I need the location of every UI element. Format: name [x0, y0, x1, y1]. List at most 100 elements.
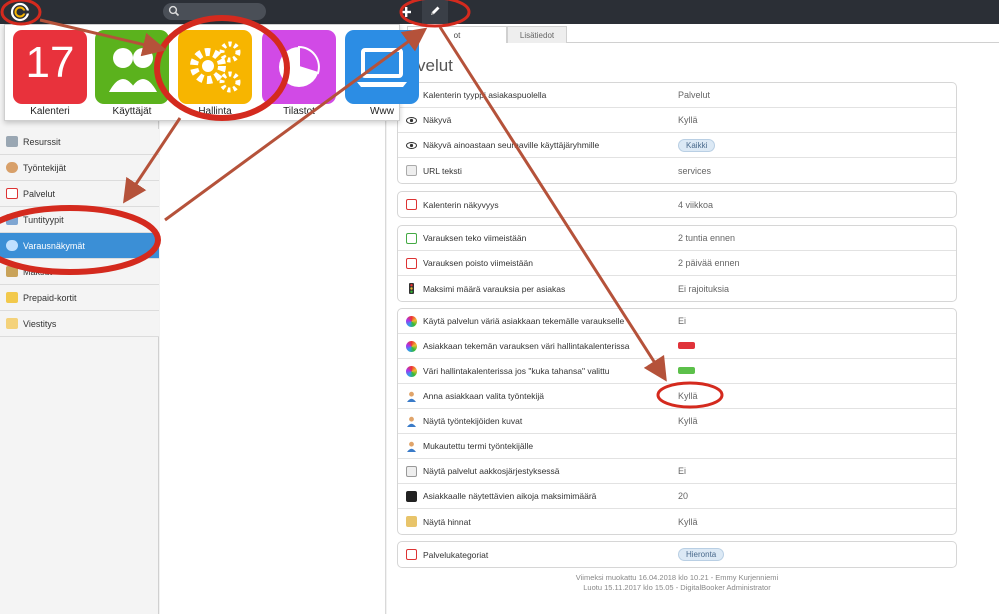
setting-value [678, 341, 695, 351]
calendar-icon: 17 [13, 30, 87, 104]
edit-button[interactable] [422, 0, 448, 24]
sidebar-item-maksut[interactable]: Maksut [0, 259, 159, 285]
sidebar-item-viestitys[interactable]: Viestitys [0, 311, 159, 337]
search-input[interactable] [163, 3, 266, 20]
setting-value: Hieronta [678, 548, 725, 561]
app-label: Hallinta [198, 106, 232, 117]
color-wheel-icon [406, 316, 417, 327]
calendar-icon [406, 199, 417, 210]
setting-row[interactable]: Käytä palvelun väriä asiakkaan tekemälle… [398, 309, 956, 334]
employees-icon [6, 162, 18, 173]
setting-value: Kyllä [678, 416, 698, 426]
setting-value: 4 viikkoa [678, 199, 714, 210]
setting-row[interactable]: Maksimi määrä varauksia per asiakas Ei r… [398, 276, 956, 301]
sidebar-item-palvelut[interactable]: Palvelut [0, 181, 159, 207]
tab-bar: ot Lisätiedot [387, 26, 999, 43]
setting-label: Mukautettu termi työntekijälle [423, 441, 534, 451]
app-label: Tilastot [283, 106, 315, 117]
setting-label: Varauksen poisto viimeistään [423, 258, 533, 268]
pie-chart-icon [262, 30, 336, 104]
setting-value: Ei [678, 316, 687, 326]
setting-row[interactable]: Väri hallintakalenterissa jos "kuka taha… [398, 359, 956, 384]
sidebar-item-label: Resurssit [23, 136, 61, 147]
setting-row[interactable]: Kalenterin näkyvyys 4 viikkoa [398, 192, 956, 217]
color-swatch-green[interactable] [678, 367, 695, 374]
settings-card-categories: Palvelukategoriat Hieronta [397, 541, 957, 568]
app-hallinta[interactable]: Hallinta [178, 30, 252, 118]
app-label: Kalenteri [30, 106, 70, 117]
setting-label: Kalenterin näkyvyys [423, 199, 499, 210]
person-icon [406, 391, 417, 402]
setting-value: 2 päivää ennen [678, 258, 740, 268]
sidebar-item-tuntityypit[interactable]: Tuntityypit [0, 207, 159, 233]
setting-row[interactable]: Näytä palvelut aakkosjärjestyksessä Ei [398, 459, 956, 484]
hour-types-icon [6, 214, 18, 225]
settings-card-limits: Varauksen teko viimeistään 2 tuntia enne… [397, 225, 957, 302]
setting-row[interactable]: Näytä hinnat Kyllä [398, 509, 956, 534]
color-swatch-red[interactable] [678, 342, 695, 349]
sidebar-item-label: Varausnäkymät [23, 240, 85, 251]
calendar-remove-icon [406, 258, 417, 269]
setting-value [678, 366, 695, 376]
setting-row[interactable]: URL teksti services [398, 158, 956, 183]
setting-value: Ei rajoituksia [678, 283, 730, 294]
add-button[interactable] [395, 0, 417, 24]
setting-value: Kyllä [678, 516, 698, 527]
setting-row[interactable]: Mukautettu termi työntekijälle [398, 434, 956, 459]
setting-row[interactable]: Näkyvä Kyllä [398, 108, 956, 133]
person-icon [406, 416, 417, 427]
setting-row[interactable]: Asiakkaalle näytettävien aikoja maksimim… [398, 484, 956, 509]
app-tilastot[interactable]: Tilastot [262, 30, 336, 118]
booking-views-icon [6, 240, 18, 251]
setting-row[interactable]: Anna asiakkaan valita työntekijä Kyllä [398, 384, 956, 409]
setting-row[interactable]: Näkyvä ainoastaan seuraaville käyttäjäry… [398, 133, 956, 158]
top-bar [0, 0, 999, 24]
app-logo-icon[interactable] [10, 2, 30, 22]
messaging-icon [6, 318, 18, 329]
category-badge: Hieronta [678, 548, 725, 561]
setting-label: Näytä palvelut aakkosjärjestyksessä [423, 466, 560, 476]
setting-row[interactable]: Varauksen teko viimeistään 2 tuntia enne… [398, 226, 956, 251]
setting-label: Näytä työntekijöiden kuvat [423, 416, 523, 426]
setting-row[interactable]: Varauksen poisto viimeistään 2 päivää en… [398, 251, 956, 276]
settings-card-visibility: Kalenterin näkyvyys 4 viikkoa [397, 191, 957, 218]
setting-value: services [678, 165, 712, 176]
gears-icon [178, 30, 252, 104]
setting-label: Näkyvä ainoastaan seuraaville käyttäjäry… [423, 140, 600, 150]
sidebar-item-tyontekijat[interactable]: Työntekijät [0, 155, 159, 181]
setting-label: Kalenterin tyyppi asiakaspuolella [423, 90, 547, 100]
tab-lisatiedot[interactable]: Lisätiedot [507, 26, 567, 43]
counter-icon [406, 491, 417, 502]
tab-label: ot [453, 30, 461, 40]
sidebar-item-varausnakymat[interactable]: Varausnäkymät [0, 233, 159, 259]
app-kayttajat[interactable]: Käyttäjät [95, 30, 169, 118]
group-badge: Kaikki [678, 138, 716, 152]
setting-row[interactable]: Kalenterin tyyppi asiakaspuolella Palvel… [398, 83, 956, 108]
setting-row[interactable]: Näytä työntekijöiden kuvat Kyllä [398, 409, 956, 434]
calendar-icon [406, 549, 417, 560]
app-www[interactable]: Www [345, 30, 419, 118]
laptop-icon [345, 30, 419, 104]
sidebar-item-resurssit[interactable]: Resurssit [0, 129, 159, 155]
app-label: Käyttäjät [112, 106, 152, 117]
setting-label: Varauksen teko viimeistään [423, 233, 527, 243]
setting-label: Asiakkaan tekemän varauksen väri hallint… [423, 341, 630, 351]
setting-label: Maksimi määrä varauksia per asiakas [423, 283, 566, 294]
footer-modified: Viimeksi muokattu 16.04.2018 klo 10.21 -… [575, 573, 779, 582]
setting-label: URL teksti [423, 165, 462, 176]
sidebar-item-label: Tuntityypit [23, 214, 64, 225]
setting-row[interactable]: Asiakkaan tekemän varauksen väri hallint… [398, 334, 956, 359]
app-kalenteri[interactable]: 17 Kalenteri [13, 30, 87, 118]
sidebar-item-label: Työntekijät [23, 162, 67, 173]
traffic-light-icon [406, 283, 417, 294]
setting-row[interactable]: Palvelukategoriat Hieronta [398, 542, 956, 567]
page-title: velut [417, 56, 453, 75]
setting-value: Kyllä [678, 391, 698, 401]
price-icon [406, 516, 417, 527]
setting-value: Kaikki [678, 138, 716, 152]
footer-created: Luotu 15.11.2017 klo 15.05 - DigitalBook… [583, 583, 771, 592]
setting-label: Anna asiakkaan valita työntekijä [423, 391, 544, 401]
sidebar-item-prepaid-kortit[interactable]: Prepaid-kortit [0, 285, 159, 311]
tab-perustiedot[interactable]: ot [407, 26, 507, 43]
search-icon [168, 5, 180, 17]
